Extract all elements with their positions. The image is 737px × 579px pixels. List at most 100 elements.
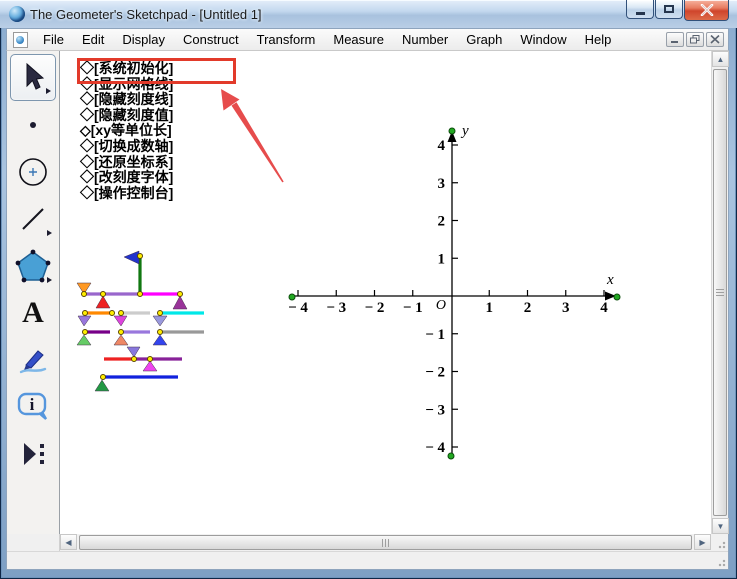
console-point: [119, 311, 124, 316]
mdi-window-controls: [666, 32, 724, 47]
axis-endpoint-point: [614, 294, 620, 300]
menu-item-help[interactable]: Help: [576, 29, 621, 50]
y-tick-label: − 2: [425, 365, 445, 381]
console-point: [83, 330, 88, 335]
y-tick-label: − 3: [425, 402, 445, 418]
menu-item-measure[interactable]: Measure: [324, 29, 393, 50]
straightedge-tool[interactable]: [10, 195, 56, 242]
polygon-tool[interactable]: [10, 242, 56, 289]
information-tool[interactable]: i: [10, 383, 56, 430]
menu-item-file[interactable]: File: [34, 29, 73, 50]
status-bar: [7, 551, 728, 569]
annotation-arrow-shaft: [232, 102, 284, 182]
y-tick-label: − 1: [425, 327, 445, 343]
console-point: [101, 375, 106, 380]
mdi-restore-button[interactable]: [686, 32, 704, 47]
x-tick-label: 1: [486, 300, 494, 316]
x-axis-label: x: [606, 272, 614, 288]
restore-icon: [690, 35, 700, 44]
console-point: [158, 330, 163, 335]
vertical-scroll-thumb[interactable]: [713, 69, 727, 516]
tool-submenu-arrow-icon: [47, 277, 52, 283]
x-tick-label: 3: [562, 300, 570, 316]
sketch-canvas[interactable]: ◇[系统初始化]◇[显示网格线]◇[隐藏刻度线]◇[隐藏刻度值]◇[xy等单位长…: [60, 51, 711, 534]
marker-tool[interactable]: [10, 336, 56, 383]
console-point: [82, 292, 87, 297]
axis-endpoint-point: [289, 294, 295, 300]
custom-tool[interactable]: [10, 430, 56, 477]
console-point: [138, 292, 143, 297]
scroll-right-button[interactable]: ▶: [694, 534, 711, 550]
resize-grip-icon[interactable]: [716, 557, 726, 567]
mdi-close-button[interactable]: [706, 32, 724, 47]
scroll-down-icon: ▼: [717, 522, 725, 531]
horizontal-scroll-thumb[interactable]: [79, 535, 692, 550]
window-title: The Geometer's Sketchpad - [Untitled 1]: [30, 7, 262, 22]
scroll-up-icon: ▲: [717, 55, 725, 64]
menu-item-window[interactable]: Window: [511, 29, 575, 50]
console-point: [110, 311, 115, 316]
console-marker-down: [153, 316, 167, 326]
information-icon: i: [15, 391, 51, 423]
tool-submenu-arrow-icon: [47, 230, 52, 236]
tool-palette: A i: [7, 51, 60, 534]
y-tick-label: 4: [438, 138, 446, 154]
canvas-overlay: − 4− 3− 2− 11234− 4− 3− 2− 11234Oxy: [60, 51, 711, 534]
x-tick-label: 2: [524, 300, 532, 316]
y-tick-label: 1: [438, 251, 446, 267]
mdi-minimize-button[interactable]: [666, 32, 684, 47]
scroll-down-button[interactable]: ▼: [712, 518, 729, 534]
selection-arrow-tool[interactable]: [10, 54, 56, 101]
console-marker-up: [95, 380, 109, 391]
vertical-scrollbar[interactable]: ▲ ▼: [711, 51, 728, 534]
document-icon: [13, 32, 28, 48]
x-tick-label: 4: [600, 300, 608, 316]
text-tool[interactable]: A: [10, 289, 56, 336]
polygon-icon: [15, 249, 51, 283]
thumb-grip-icon: [716, 289, 724, 297]
menu-item-number[interactable]: Number: [393, 29, 457, 50]
client-area: A i: [6, 51, 729, 570]
title-bar: The Geometer's Sketchpad - [Untitled 1]: [0, 0, 737, 28]
maximize-button[interactable]: [655, 0, 683, 19]
console-point: [138, 254, 143, 259]
compass-tool[interactable]: [10, 148, 56, 195]
axis-endpoint-point: [449, 128, 455, 134]
resize-grip-icon: [716, 539, 726, 549]
compass-icon: [16, 155, 50, 189]
minimize-button[interactable]: [626, 0, 654, 19]
scroll-up-button[interactable]: ▲: [712, 51, 729, 67]
menu-item-transform[interactable]: Transform: [248, 29, 325, 50]
tool-submenu-arrow-icon: [46, 88, 51, 94]
menu-item-display[interactable]: Display: [113, 29, 174, 50]
console-marker-up: [114, 335, 128, 345]
menu-items: FileEditDisplayConstructTransformMeasure…: [34, 29, 620, 50]
horizontal-scrollbar[interactable]: ◀ ▶: [60, 534, 711, 551]
console-marker-up: [77, 335, 91, 345]
minimize-icon: [636, 12, 645, 15]
selection-arrow-icon: [18, 62, 48, 94]
console-point: [119, 330, 124, 335]
scroll-left-button[interactable]: ◀: [60, 534, 77, 550]
menu-item-edit[interactable]: Edit: [73, 29, 113, 50]
console-marker-up: [153, 335, 167, 345]
point-tool[interactable]: [10, 101, 56, 148]
custom-tool-icon: [17, 439, 49, 469]
menu-item-construct[interactable]: Construct: [174, 29, 248, 50]
axis-endpoint-point: [448, 453, 454, 459]
vertical-scroll-track[interactable]: [712, 67, 728, 518]
point-icon: [18, 110, 48, 140]
console-marker-up: [143, 361, 157, 371]
y-tick-label: 2: [438, 214, 446, 230]
console-point: [132, 357, 137, 362]
x-tick-label: − 2: [365, 300, 385, 316]
text-tool-icon: A: [22, 298, 44, 328]
console-point: [101, 292, 106, 297]
close-button[interactable]: [684, 0, 729, 21]
horizontal-scroll-track[interactable]: [77, 534, 694, 551]
scroll-left-icon: ◀: [65, 538, 71, 547]
maximize-icon: [664, 5, 674, 13]
close-icon: [700, 4, 714, 16]
scroll-right-icon: ▶: [699, 538, 705, 547]
menu-item-graph[interactable]: Graph: [457, 29, 511, 50]
